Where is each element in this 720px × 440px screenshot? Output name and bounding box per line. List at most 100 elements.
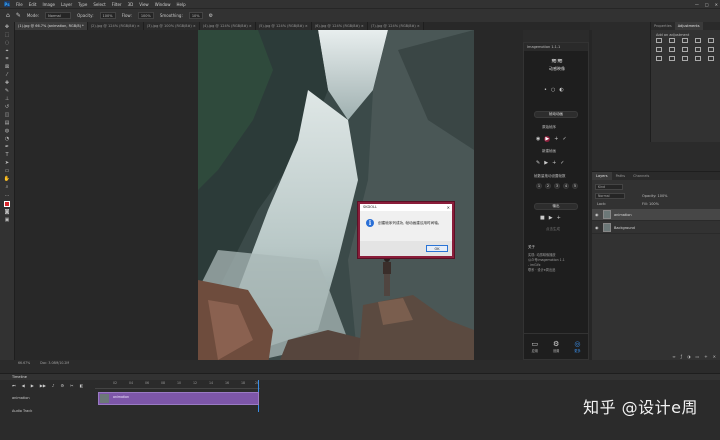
edit-icon[interactable]: ✎ xyxy=(536,160,540,166)
tab-channels[interactable]: Channels xyxy=(629,172,653,180)
healing-brush-icon[interactable]: ✚ xyxy=(4,81,11,86)
visibility-eye-icon[interactable]: ◉ xyxy=(595,212,600,217)
menu-type[interactable]: Type xyxy=(78,2,87,7)
tab-layers[interactable]: Layers xyxy=(592,172,612,180)
move-tool-icon[interactable]: ✥ xyxy=(4,25,11,30)
doc-tab-6[interactable]: (6).jpg @ 124% (RGB/8#) × xyxy=(311,22,368,30)
exposure-icon[interactable] xyxy=(695,38,701,43)
frame-count-3[interactable]: 3 xyxy=(554,183,560,189)
zoom-level[interactable]: 66.67% xyxy=(18,361,30,365)
history-brush-icon[interactable]: ↺ xyxy=(4,105,11,110)
quick-select-icon[interactable]: ⌖ xyxy=(4,49,11,54)
hand-tool-icon[interactable]: ✋ xyxy=(4,177,11,182)
dot-icon[interactable]: • xyxy=(544,87,547,93)
tab-adjustments[interactable]: Adjustments xyxy=(674,22,703,30)
doc-tab-5[interactable]: (5).jpg @ 124% (RGB/8#) × xyxy=(255,22,312,30)
folder-icon[interactable]: ▭ xyxy=(696,354,700,359)
frame-tool-icon[interactable]: ⊠ xyxy=(4,65,11,70)
prev-frame-icon[interactable]: ◀ xyxy=(22,383,25,388)
doc-tab-7[interactable]: (7).jpg @ 124% (RGB/8#) × xyxy=(367,22,424,30)
levels-icon[interactable] xyxy=(669,38,675,43)
screen-mode-icon[interactable]: ▣ xyxy=(4,218,11,223)
eraser-icon[interactable]: ◫ xyxy=(4,113,11,118)
play-icon-2[interactable]: ▶ xyxy=(544,160,548,166)
next-frame-icon[interactable]: ▶▶ xyxy=(40,383,46,388)
eyedropper-icon[interactable]: ⁄ xyxy=(4,73,11,78)
tab-paths[interactable]: Paths xyxy=(612,172,630,180)
check-icon-2[interactable]: ✓ xyxy=(560,160,564,166)
stamp-icon[interactable]: ⊥ xyxy=(4,97,11,102)
brightness-icon[interactable] xyxy=(656,38,662,43)
fx-icon[interactable]: ƒ xyxy=(681,354,682,359)
maximize-icon[interactable]: □ xyxy=(705,2,709,7)
plugin-footer-apply[interactable]: ▭ 应用 xyxy=(531,340,538,353)
animation-clip[interactable]: animation xyxy=(98,392,259,405)
new-layer-icon[interactable]: + xyxy=(704,354,707,359)
frame-count-2[interactable]: 2 xyxy=(545,183,551,189)
frame-count-5[interactable]: 5 xyxy=(572,183,578,189)
layer-row-animation[interactable]: ◉ animation xyxy=(592,209,720,221)
link-icon[interactable]: ∞ xyxy=(672,354,675,359)
add-icon-3[interactable]: + xyxy=(557,215,561,221)
menu-view[interactable]: View xyxy=(139,2,149,7)
menu-filter[interactable]: Filter xyxy=(112,2,122,7)
play-icon[interactable]: ▶ xyxy=(544,136,551,142)
black-white-icon[interactable] xyxy=(682,47,688,52)
type-tool-icon[interactable]: T xyxy=(4,153,11,158)
channel-mixer-icon[interactable] xyxy=(708,47,714,52)
photo-filter-icon[interactable] xyxy=(695,47,701,52)
track-label-animation[interactable]: animation xyxy=(12,396,30,400)
invert-icon[interactable] xyxy=(656,56,662,61)
blur-icon[interactable]: ◍ xyxy=(4,129,11,134)
color-balance-icon[interactable] xyxy=(669,47,675,52)
vibrance-icon[interactable] xyxy=(708,38,714,43)
menu-select[interactable]: Select xyxy=(93,2,105,7)
add-icon-2[interactable]: + xyxy=(552,160,556,166)
curves-icon[interactable] xyxy=(682,38,688,43)
layer-row-background[interactable]: ◉ Background xyxy=(592,222,720,234)
layer-kind-filter[interactable]: Kind xyxy=(595,184,623,190)
scissors-icon[interactable]: ✂ xyxy=(70,383,73,388)
crop-tool-icon[interactable]: ⌗ xyxy=(4,57,11,62)
moon-icon[interactable]: ◐ xyxy=(559,87,563,93)
frame-count-1[interactable]: 1 xyxy=(536,183,542,189)
timeline-tab[interactable]: Timeline xyxy=(0,373,720,380)
blend-mode-select[interactable]: Normal xyxy=(595,193,625,199)
trash-icon[interactable]: ✕ xyxy=(713,354,716,359)
opacity-field[interactable]: 100% xyxy=(99,12,116,19)
posterize-icon[interactable] xyxy=(669,56,675,61)
visibility-eye-icon[interactable]: ◉ xyxy=(595,225,600,230)
hue-saturation-icon[interactable] xyxy=(656,47,662,52)
brush-icon[interactable]: ✎ xyxy=(4,89,11,94)
menu-window[interactable]: Window xyxy=(155,2,171,7)
mask-icon[interactable]: ◑ xyxy=(687,354,691,359)
shape-tool-icon[interactable]: ▭ xyxy=(4,169,11,174)
dodge-icon[interactable]: ◔ xyxy=(4,137,11,142)
pen-tool-icon[interactable]: ✒ xyxy=(4,145,11,150)
frame-animation-button[interactable]: 帧动动画 xyxy=(534,111,578,118)
quick-mask-icon[interactable]: ◙ xyxy=(4,210,11,215)
plugin-footer-settings[interactable]: ⚙ 设置 xyxy=(553,340,559,353)
more-tools-icon[interactable]: … xyxy=(4,193,11,198)
dialog-close-icon[interactable]: ✕ xyxy=(447,205,450,210)
selective-color-icon[interactable] xyxy=(708,56,714,61)
tab-properties[interactable]: Properties xyxy=(651,22,675,30)
first-frame-icon[interactable]: ⏮ xyxy=(12,383,16,388)
home-icon[interactable]: ⌂ xyxy=(6,12,10,19)
zoom-tool-icon[interactable]: ⌕ xyxy=(4,185,11,190)
export-button[interactable]: 输出 xyxy=(534,203,578,210)
timeline-ruler[interactable]: 02 04 06 08 10 12 14 16 18 20 xyxy=(95,380,260,389)
foreground-color-swatch[interactable] xyxy=(4,201,10,207)
record-icon[interactable]: ◉ xyxy=(536,136,540,142)
smoothing-field[interactable]: 10% xyxy=(188,12,203,19)
menu-help[interactable]: Help xyxy=(176,2,185,7)
menu-edit[interactable]: Edit xyxy=(29,2,37,7)
gradient-icon[interactable]: ▤ xyxy=(4,121,11,126)
add-icon[interactable]: + xyxy=(554,136,558,142)
gradient-map-icon[interactable] xyxy=(695,56,701,61)
track-label-audio[interactable]: Audio Track xyxy=(12,409,32,413)
mode-select[interactable]: Normal xyxy=(45,12,72,19)
threshold-icon[interactable] xyxy=(682,56,688,61)
doc-tab-2[interactable]: (2).jpg @ 124% (RGB/8#) × xyxy=(87,22,144,30)
layer-opacity[interactable]: Opacity: 100% xyxy=(642,194,668,198)
